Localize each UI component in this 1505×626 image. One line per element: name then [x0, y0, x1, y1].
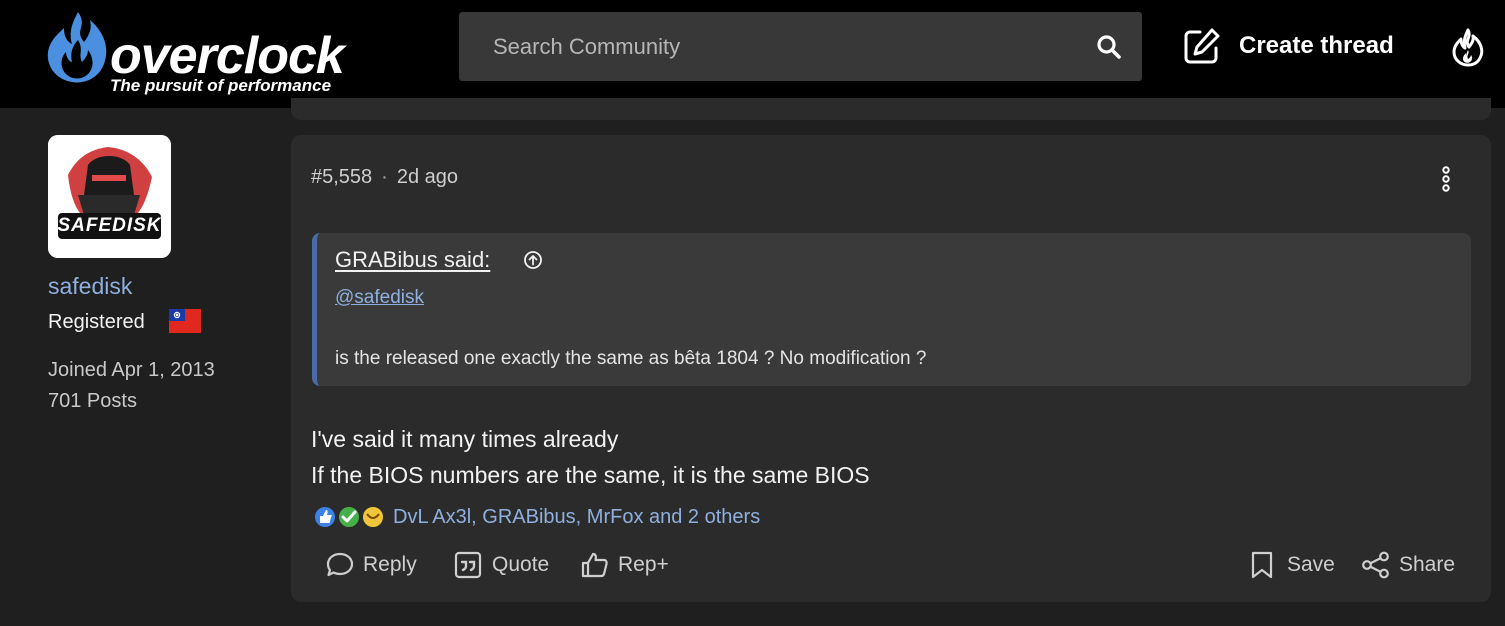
username-link[interactable]: safedisk [48, 273, 132, 300]
post-count: 701 Posts [48, 390, 137, 412]
post-actions: Reply Quote Rep+ Save Share [291, 545, 1491, 585]
post-number-link[interactable]: #5,558 [311, 166, 372, 188]
site-logo[interactable]: overclock The pursuit of performance [44, 10, 345, 95]
search-input[interactable] [459, 12, 1093, 81]
search-icon[interactable] [1096, 34, 1122, 60]
quote-label: Quote [492, 553, 550, 576]
taiwan-flag-icon [169, 309, 201, 333]
flame-logo-icon [47, 12, 107, 83]
quote-text: is the released one exactly the same as … [335, 348, 927, 369]
quote-block: GRABibus said: @safedisk is the released… [312, 233, 1471, 386]
save-label: Save [1287, 553, 1335, 576]
share-icon [1362, 551, 1389, 579]
share-label: Share [1399, 553, 1456, 576]
avatar-wordmark: SAFEDISK [57, 215, 162, 236]
quote-mention-link[interactable]: @safedisk [335, 287, 424, 309]
trending-flame-icon[interactable] [1450, 27, 1486, 67]
more-options-icon[interactable] [1439, 165, 1453, 193]
quote-icon [454, 551, 482, 579]
reaction-users-link[interactable]: DvL Ax3l, GRABibus, MrFox and 2 others [393, 506, 760, 529]
meta-separator: · [381, 166, 388, 188]
site-header: overclock The pursuit of performance Cre… [0, 0, 1505, 108]
thumbs-up-icon [581, 552, 608, 578]
bookmark-icon [1251, 551, 1273, 579]
avatar-image [48, 135, 171, 258]
rep-label: Rep+ [618, 553, 669, 576]
post-body-line: I've said it many times already [311, 426, 619, 452]
jump-to-quote-icon[interactable] [523, 250, 543, 270]
avatar[interactable]: SAFEDISK [48, 135, 171, 258]
user-role: Registered [48, 311, 145, 333]
join-date: Joined Apr 1, 2013 [48, 359, 215, 381]
search-box [459, 12, 1142, 81]
quote-author-link[interactable]: GRABibus said: [335, 247, 490, 273]
previous-post-card [291, 98, 1491, 120]
post-card: #5,558 · 2d ago GRABibus said: @safedisk i… [291, 135, 1491, 602]
edit-icon [1184, 28, 1220, 64]
post-meta: #5,558 · 2d ago [311, 166, 458, 189]
reply-bubble-icon [326, 552, 354, 577]
logo-tagline: The pursuit of performance [110, 76, 332, 95]
post-time[interactable]: 2d ago [397, 166, 458, 188]
reaction-icons [313, 505, 385, 529]
post-body: I've said it many times already If the B… [311, 421, 870, 493]
reply-label: Reply [363, 553, 417, 576]
post-body-line: If the BIOS numbers are the same, it is … [311, 462, 870, 488]
create-thread-label: Create thread [1239, 32, 1394, 59]
